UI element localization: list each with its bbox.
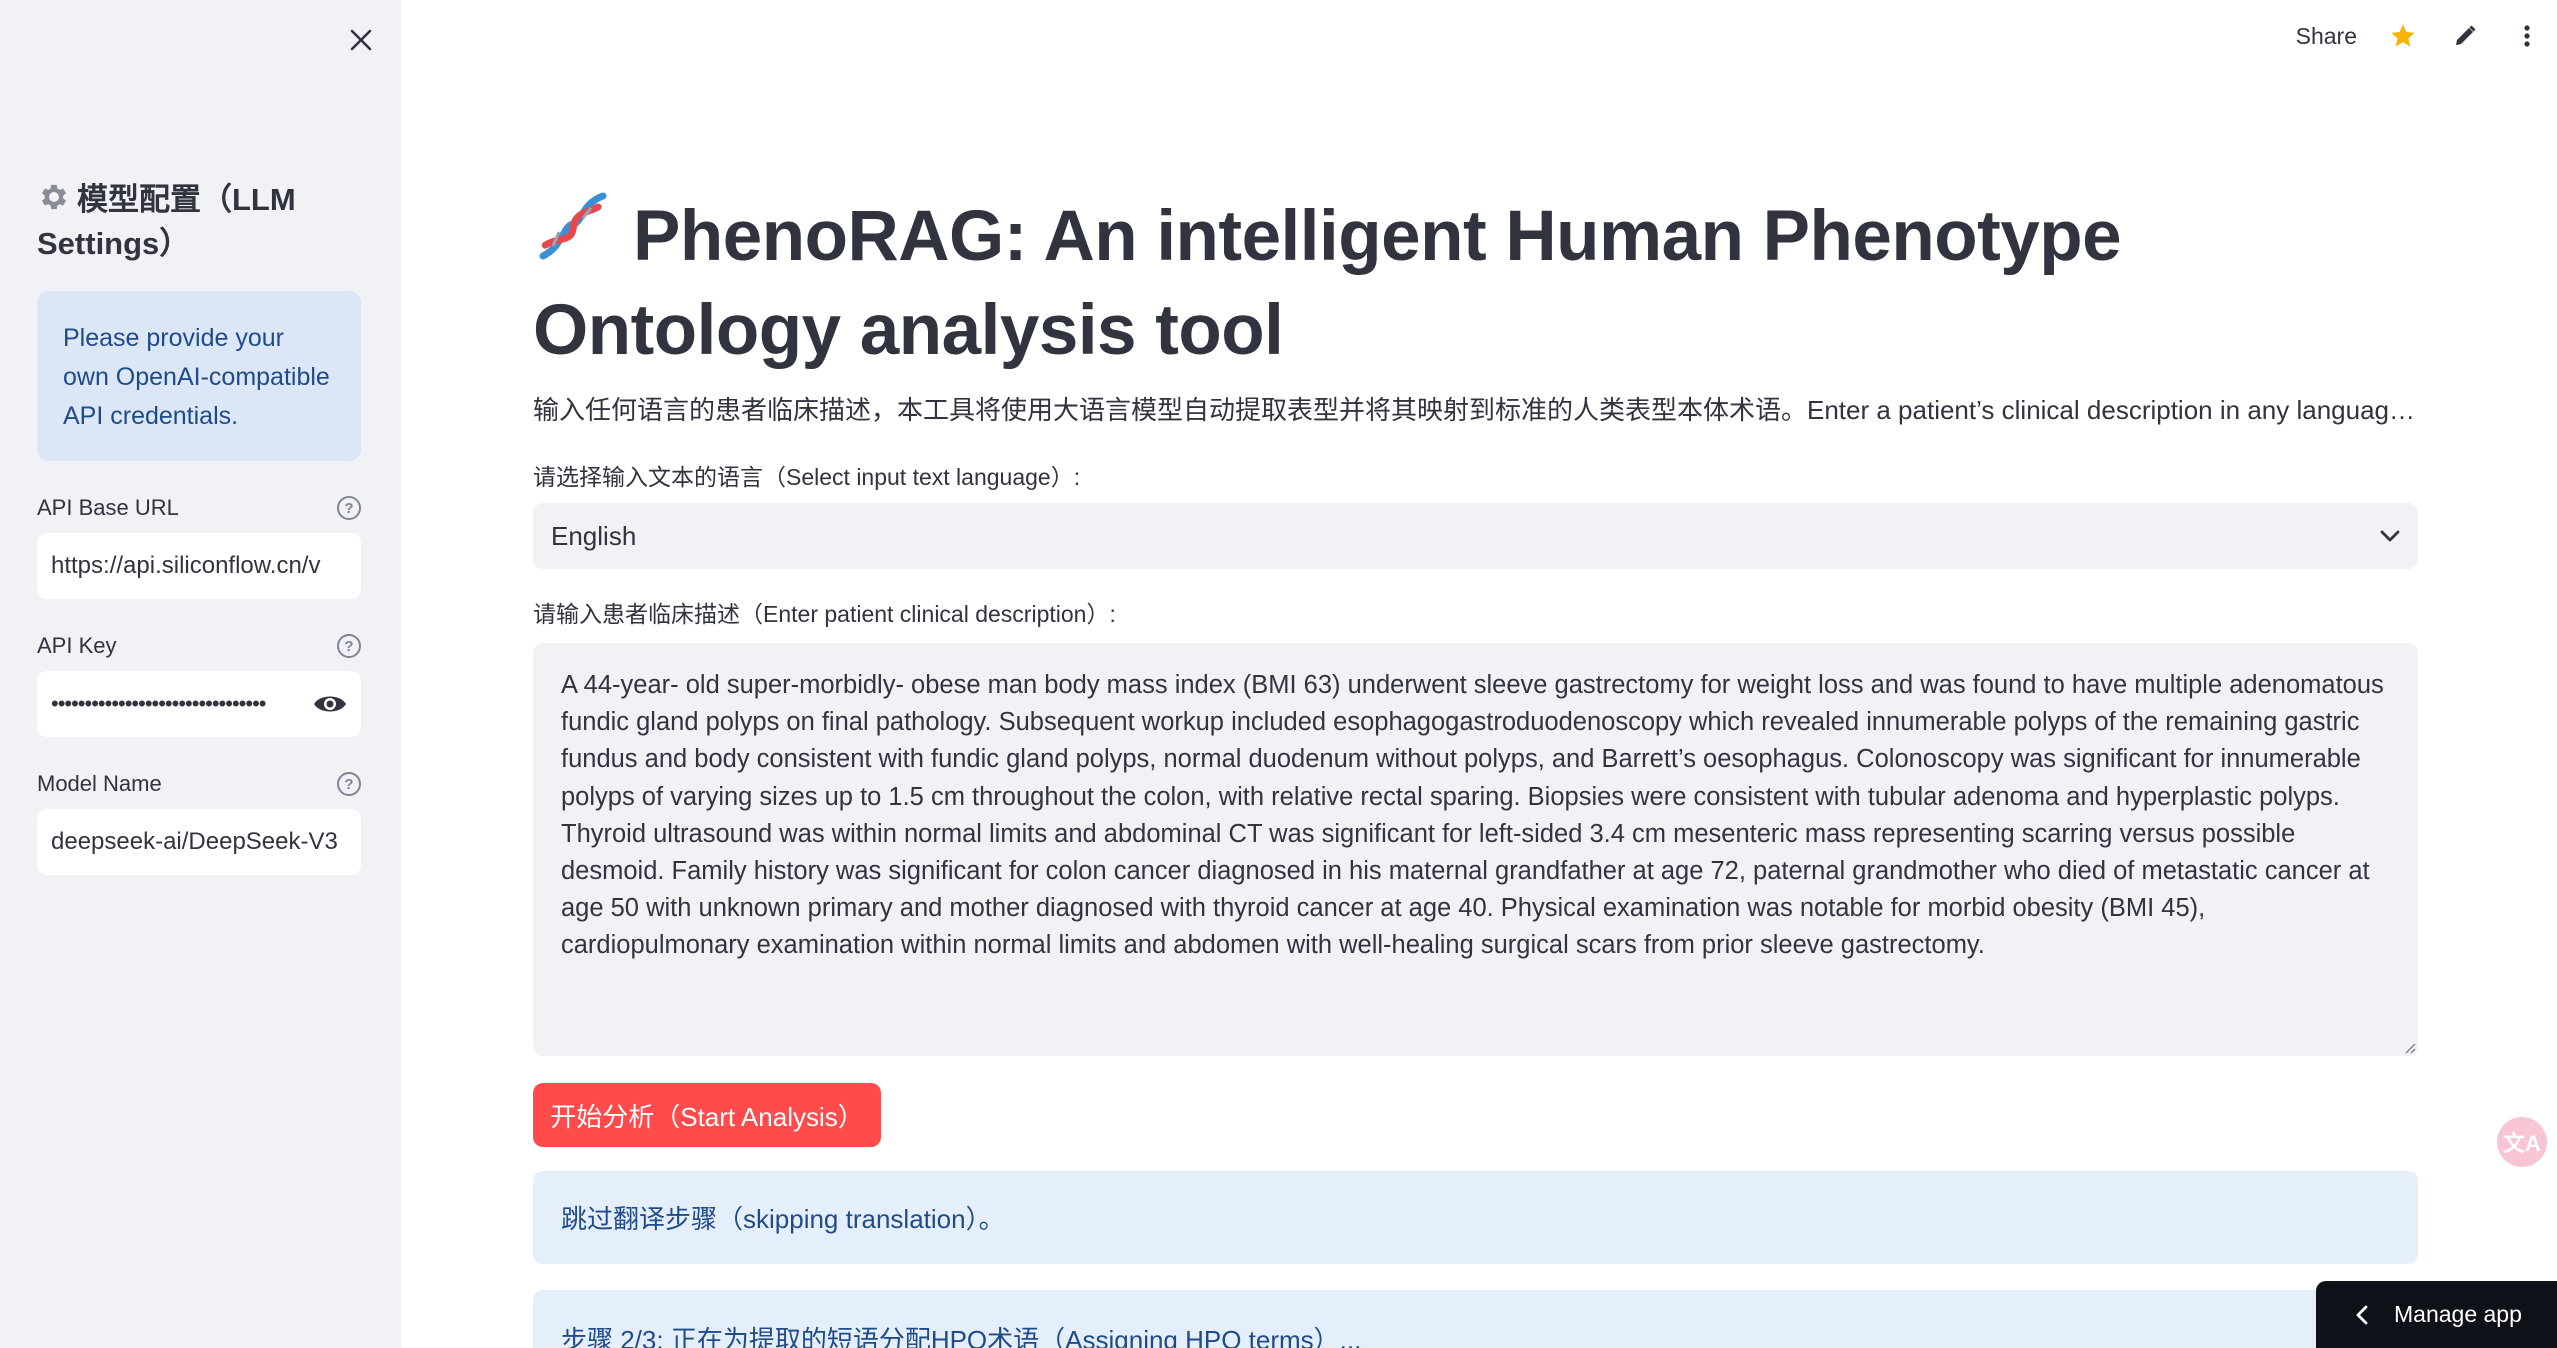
clinical-description-text: A 44-year- old super-morbidly- obese man… — [561, 671, 2384, 960]
status-step-2: 步骤 2/3: 正在为提取的短语分配HPO术语（Assigning HPO te… — [533, 1290, 2418, 1348]
api-base-url-input[interactable]: https://api.siliconflow.cn/v — [37, 533, 361, 599]
clinical-description-textarea[interactable]: A 44-year- old super-morbidly- obese man… — [533, 643, 2418, 1056]
dna-icon — [533, 188, 611, 287]
description-label: 请输入患者临床描述（Enter patient clinical descrip… — [533, 601, 1116, 627]
language-select-value: English — [551, 520, 637, 551]
chevron-left-icon — [2356, 1305, 2368, 1324]
api-key-label: API Key — [37, 633, 117, 658]
help-icon[interactable]: ? — [337, 772, 361, 796]
api-key-label-row: API Key ? — [37, 629, 361, 663]
start-analysis-button[interactable]: 开始分析（Start Analysis） — [533, 1083, 881, 1147]
api-key-value: •••••••••••••••••••••••••••••••• — [51, 691, 266, 716]
sidebar: 模型配置（LLM Settings） Please provide your o… — [0, 0, 401, 1348]
chevron-down-icon — [2380, 530, 2400, 542]
translate-fab-icon[interactable]: 文A — [2497, 1117, 2547, 1167]
sidebar-title: 模型配置（LLM Settings） — [37, 180, 367, 264]
page-subtitle: 输入任何语言的患者临床描述，本工具将使用大语言模型自动提取表型并将其映射到标准的… — [533, 395, 2418, 425]
close-sidebar-button[interactable] — [343, 22, 379, 58]
language-select[interactable]: English — [533, 503, 2418, 569]
model-name-label-row: Model Name ? — [37, 767, 361, 801]
help-icon[interactable]: ? — [337, 496, 361, 520]
page-title-text: PhenoRAG: An intelligent Human Phenotype… — [533, 197, 2122, 370]
resize-grip-icon[interactable] — [2402, 1040, 2416, 1054]
help-icon[interactable]: ? — [337, 634, 361, 658]
app-root: 模型配置（LLM Settings） Please provide your o… — [0, 0, 2557, 1348]
manage-app-label: Manage app — [2394, 1301, 2522, 1327]
eye-icon[interactable] — [307, 693, 347, 715]
close-icon — [350, 29, 372, 51]
api-base-url-label-row: API Base URL ? — [37, 491, 361, 525]
sidebar-title-text: 模型配置（LLM Settings） — [37, 182, 296, 261]
pencil-icon[interactable] — [2449, 20, 2481, 52]
api-key-input[interactable]: •••••••••••••••••••••••••••••••• — [37, 671, 361, 737]
language-select-label: 请选择输入文本的语言（Select input text language）: — [533, 464, 1081, 490]
credentials-info-box: Please provide your own OpenAI-compatibl… — [37, 291, 361, 461]
model-name-input[interactable]: deepseek-ai/DeepSeek-V3 — [37, 809, 361, 875]
share-button[interactable]: Share — [2296, 23, 2357, 50]
kebab-menu-icon[interactable] — [2511, 20, 2543, 52]
header-toolbar: Share — [2296, 14, 2543, 58]
api-base-url-label: API Base URL — [37, 495, 179, 520]
gear-icon — [37, 180, 71, 224]
manage-app-button[interactable]: Manage app — [2316, 1281, 2557, 1348]
model-name-label: Model Name — [37, 771, 162, 796]
page-title: PhenoRAG: An intelligent Human Phenotype… — [533, 188, 2418, 375]
star-icon[interactable] — [2387, 20, 2419, 52]
status-skip-translation: 跳过翻译步骤（skipping translation）。 — [533, 1171, 2418, 1264]
